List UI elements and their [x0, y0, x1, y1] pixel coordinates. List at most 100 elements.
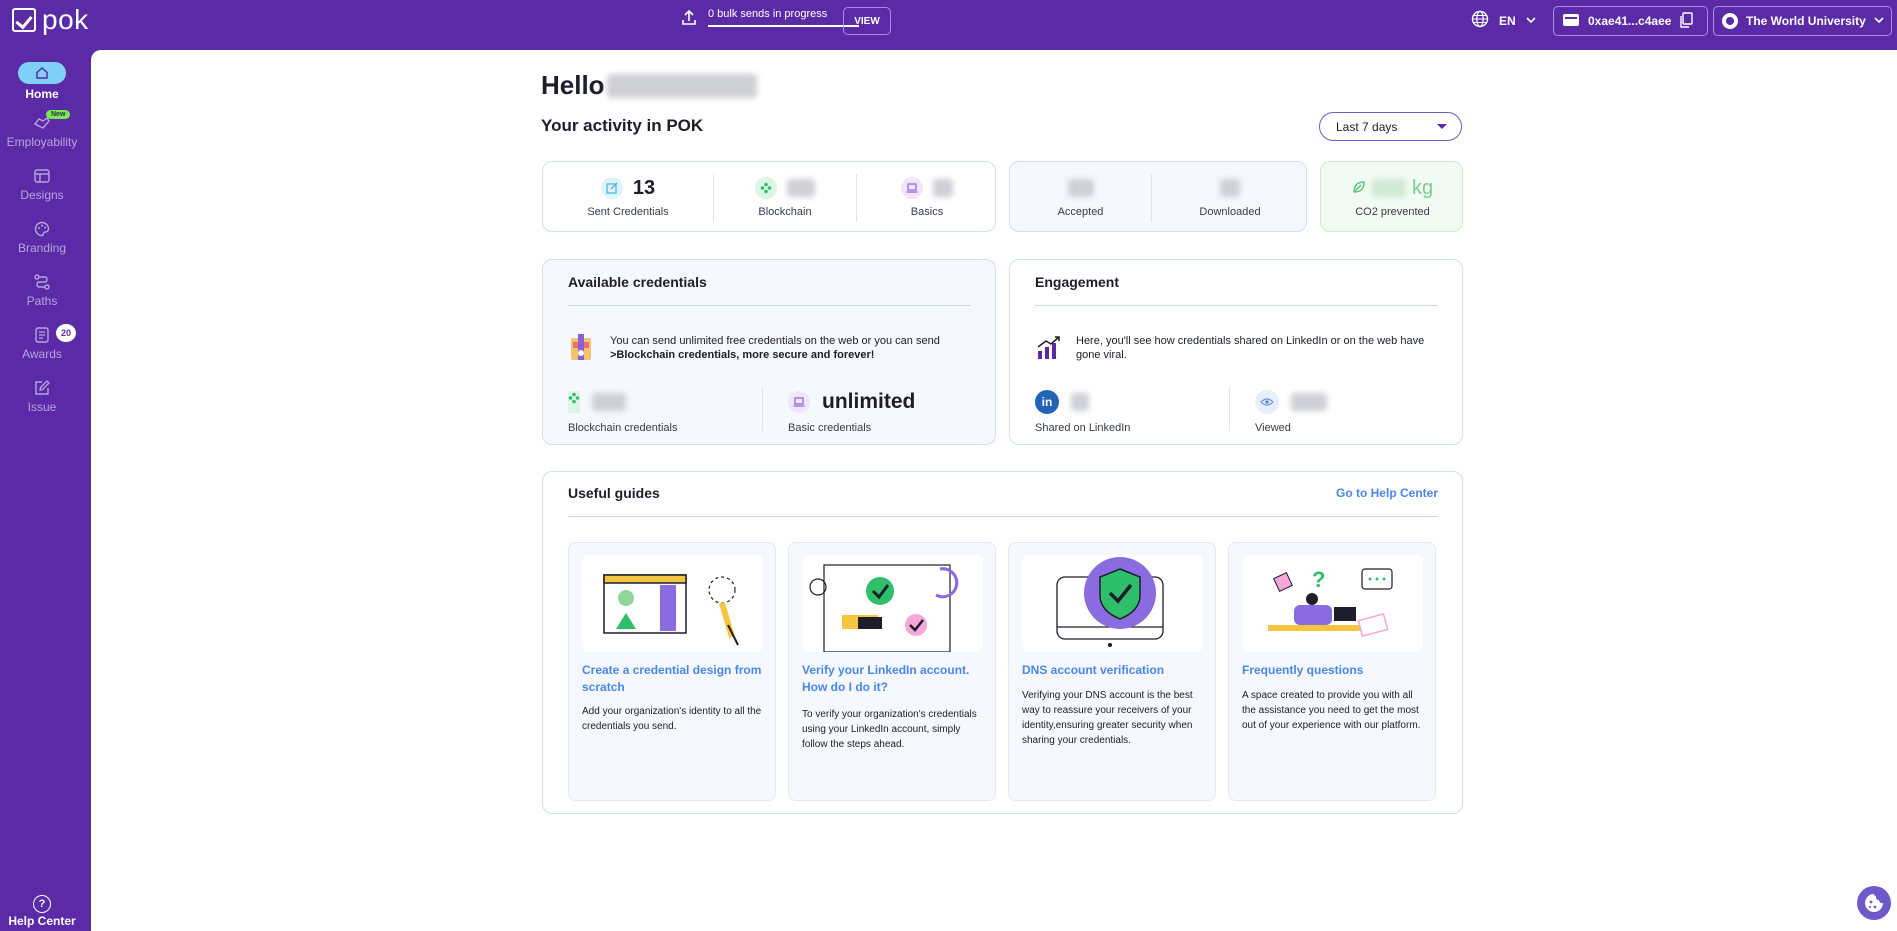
- blockchain-icon: [755, 177, 777, 199]
- sidebar-item-awards[interactable]: 20 Awards: [0, 324, 84, 361]
- eye-icon: [1255, 390, 1279, 414]
- bulk-sends-status: 0 bulk sends in progress: [680, 8, 859, 27]
- sidebar-item-designs[interactable]: Designs: [0, 167, 84, 202]
- redacted-value: [1071, 393, 1089, 411]
- redacted-value: [592, 393, 626, 411]
- panel-title: Engagement: [1035, 274, 1120, 290]
- stat-downloaded: Downloaded: [1152, 162, 1308, 233]
- guide-description: To verify your organization's credential…: [802, 709, 977, 750]
- guide-title[interactable]: Create a credential design from scratch: [582, 662, 762, 696]
- available-message-line2: >Blockchain credentials, more secure and…: [610, 349, 875, 361]
- language-selector[interactable]: EN: [1471, 10, 1536, 31]
- laptop-icon: [901, 177, 923, 199]
- guide-card-verify-linkedin[interactable]: Verify your LinkedIn account. How do I d…: [788, 542, 996, 801]
- view-bulk-button[interactable]: VIEW: [843, 7, 891, 35]
- stat-co2: kg CO2 prevented: [1321, 162, 1464, 233]
- divider: [568, 516, 1438, 517]
- chevron-down-icon: [1874, 14, 1884, 28]
- linkedin-icon: in: [1035, 390, 1059, 414]
- guide-card-frequent-questions[interactable]: ? Frequently questions A space created t…: [1228, 542, 1436, 801]
- globe-icon: [1471, 10, 1489, 31]
- sidebar-item-label: Branding: [17, 241, 67, 255]
- checkbox-logo-icon: [12, 8, 36, 32]
- linkedin-verification-illustration-icon: [802, 555, 983, 652]
- blockchain-credentials-label: Blockchain credentials: [568, 422, 678, 434]
- chevron-down-icon: [1526, 14, 1536, 28]
- organization-selector[interactable]: The World University: [1713, 6, 1892, 36]
- sidebar-item-branding[interactable]: Branding: [0, 220, 84, 255]
- available-credentials-panel: Available credentials You can send unlim…: [542, 259, 996, 445]
- sidebar-item-label: Employability: [6, 135, 78, 149]
- basic-credentials-stat: unlimited Basic credentials: [788, 390, 915, 434]
- awards-count-badge: 20: [56, 324, 76, 342]
- palette-icon: [33, 220, 51, 238]
- engagement-message: Here, you'll see how credentials shared …: [1076, 335, 1425, 361]
- dns-shield-illustration-icon: [1022, 555, 1203, 652]
- date-range-select[interactable]: Last 7 days: [1319, 112, 1462, 141]
- engagement-stats-card: Accepted Downloaded: [1009, 161, 1307, 232]
- sidebar-item-label: Home: [25, 87, 59, 101]
- organization-avatar-icon: [1722, 13, 1738, 29]
- redacted-value: [1371, 179, 1406, 197]
- layout-icon: [33, 167, 51, 185]
- brand-name: pok: [42, 4, 89, 35]
- divider: [762, 387, 763, 431]
- co2-stats-card: kg CO2 prevented: [1320, 161, 1463, 232]
- engagement-panel: Engagement Here, you'll see how credenti…: [1009, 259, 1463, 445]
- top-bar: pok 0 bulk sends in progress VIEW EN 0xa…: [0, 0, 1897, 50]
- guide-title[interactable]: DNS account verification: [1022, 662, 1202, 679]
- guide-card-credential-design[interactable]: Create a credential design from scratch …: [568, 542, 776, 801]
- shared-on-linkedin-label: Shared on LinkedIn: [1035, 422, 1131, 434]
- viewed-stat: Viewed: [1255, 390, 1327, 434]
- divider: [1035, 305, 1438, 306]
- organization-name: The World University: [1746, 14, 1866, 28]
- sidebar-item-home[interactable]: Home: [0, 62, 84, 101]
- greeting-text: Hello: [541, 70, 605, 100]
- design-illustration-icon: [582, 555, 763, 652]
- caret-down-icon: [1437, 124, 1447, 129]
- help-center-link[interactable]: ? Help Center: [0, 895, 84, 928]
- accepted-label: Accepted: [1057, 206, 1104, 218]
- co2-label: CO2 prevented: [1355, 206, 1430, 218]
- language-code: EN: [1499, 13, 1516, 28]
- downloaded-label: Downloaded: [1199, 206, 1261, 218]
- go-to-help-center-link[interactable]: Go to Help Center: [1336, 486, 1438, 500]
- linkedin-shared-stat: in Shared on LinkedIn: [1035, 390, 1130, 434]
- redacted-value: [1291, 393, 1327, 411]
- svg-text:?: ?: [1312, 567, 1325, 592]
- divider: [1229, 387, 1230, 431]
- sent-stats-card: 13 Sent Credentials Blockchain Basics: [542, 161, 996, 232]
- guides-title: Useful guides: [568, 485, 660, 501]
- cookie-settings-icon[interactable]: [1857, 886, 1891, 920]
- sidebar: Home New Employability Designs Branding …: [0, 50, 91, 931]
- sidebar-item-paths[interactable]: Paths: [0, 273, 84, 308]
- panel-title: Available credentials: [568, 274, 707, 290]
- home-icon: [18, 62, 66, 84]
- stat-sent-credentials: 13 Sent Credentials: [543, 162, 713, 233]
- stat-accepted: Accepted: [1010, 162, 1151, 233]
- route-icon: [33, 273, 51, 291]
- wallet-address-text: 0xae41...c4aee: [1588, 14, 1672, 28]
- guide-description: A space created to provide you with all …: [1242, 690, 1421, 731]
- guide-description: Verifying your DNS account is the best w…: [1022, 690, 1193, 746]
- sidebar-item-issue[interactable]: Issue: [0, 379, 84, 414]
- pok-logo[interactable]: pok: [12, 5, 89, 35]
- guide-card-dns-verification[interactable]: DNS account verification Verifying your …: [1008, 542, 1216, 801]
- redacted-value: [933, 179, 953, 197]
- date-range-value: Last 7 days: [1336, 119, 1398, 134]
- sidebar-item-label: Paths: [26, 294, 58, 308]
- wallet-icon: [1562, 12, 1580, 31]
- upload-icon: [680, 9, 698, 27]
- send-edit-icon: [600, 177, 623, 199]
- redacted-value: [1220, 179, 1240, 197]
- guide-title[interactable]: Verify your LinkedIn account. How do I d…: [802, 662, 982, 696]
- edit-icon: [33, 379, 51, 397]
- copy-icon[interactable]: [1679, 11, 1694, 31]
- sidebar-item-employability[interactable]: New Employability: [0, 110, 84, 149]
- guide-title[interactable]: Frequently questions: [1242, 662, 1422, 679]
- useful-guides-panel: Useful guides Go to Help Center Create a…: [542, 471, 1463, 814]
- gift-box-icon: [569, 332, 593, 367]
- wallet-address[interactable]: 0xae41...c4aee: [1553, 6, 1708, 36]
- new-badge: New: [46, 110, 71, 119]
- sidebar-item-label: Designs: [20, 188, 64, 202]
